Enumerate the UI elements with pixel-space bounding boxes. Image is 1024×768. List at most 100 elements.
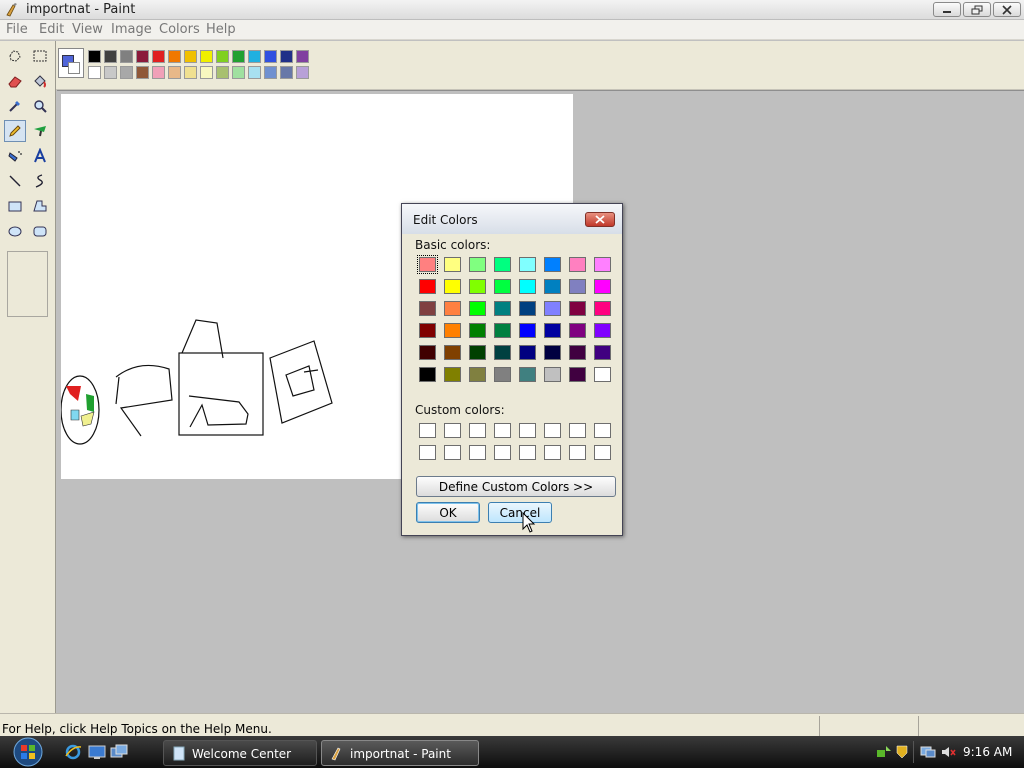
- menu-colors[interactable]: Colors: [159, 22, 200, 37]
- cancel-button[interactable]: Cancel: [488, 502, 552, 523]
- palette-swatch[interactable]: [184, 50, 197, 63]
- custom-color-swatch[interactable]: [569, 445, 586, 460]
- restore-button[interactable]: [963, 2, 991, 17]
- basic-color-swatch[interactable]: [569, 367, 586, 382]
- palette-swatch[interactable]: [88, 66, 101, 79]
- palette-swatch[interactable]: [152, 66, 165, 79]
- palette-swatch[interactable]: [152, 50, 165, 63]
- palette-swatch[interactable]: [168, 66, 181, 79]
- palette-swatch[interactable]: [248, 50, 261, 63]
- basic-color-swatch[interactable]: [519, 301, 536, 316]
- network-tray-icon[interactable]: [876, 744, 892, 760]
- dialog-title-bar[interactable]: Edit Colors: [402, 204, 622, 234]
- security-tray-icon[interactable]: [894, 744, 910, 760]
- tool-fill[interactable]: [29, 70, 51, 92]
- basic-color-swatch[interactable]: [494, 257, 511, 272]
- volume-muted-icon[interactable]: [940, 744, 956, 760]
- tool-polygon[interactable]: [29, 195, 51, 217]
- basic-color-swatch[interactable]: [594, 367, 611, 382]
- custom-color-swatch[interactable]: [444, 445, 461, 460]
- basic-color-swatch[interactable]: [594, 345, 611, 360]
- basic-color-swatch[interactable]: [417, 255, 438, 274]
- basic-color-swatch[interactable]: [544, 323, 561, 338]
- basic-color-swatch[interactable]: [594, 257, 611, 272]
- palette-swatch[interactable]: [232, 50, 245, 63]
- task-welcome-center[interactable]: Welcome Center: [163, 740, 317, 766]
- basic-color-swatch[interactable]: [519, 279, 536, 294]
- basic-color-swatch[interactable]: [444, 367, 461, 382]
- basic-color-swatch[interactable]: [444, 323, 461, 338]
- menu-view[interactable]: View: [72, 22, 103, 37]
- ie-icon[interactable]: [64, 744, 82, 760]
- palette-swatch[interactable]: [280, 50, 293, 63]
- basic-color-swatch[interactable]: [569, 257, 586, 272]
- basic-color-swatch[interactable]: [544, 301, 561, 316]
- clock[interactable]: 9:16 AM: [963, 745, 1012, 759]
- custom-color-swatch[interactable]: [594, 445, 611, 460]
- basic-color-swatch[interactable]: [419, 301, 436, 316]
- menu-edit[interactable]: Edit: [39, 22, 64, 37]
- tool-eraser[interactable]: [4, 70, 26, 92]
- menu-file[interactable]: File: [6, 22, 28, 37]
- basic-color-swatch[interactable]: [494, 345, 511, 360]
- basic-color-swatch[interactable]: [519, 257, 536, 272]
- basic-color-swatch[interactable]: [469, 323, 486, 338]
- palette-swatch[interactable]: [232, 66, 245, 79]
- custom-color-swatch[interactable]: [594, 423, 611, 438]
- basic-color-swatch[interactable]: [594, 301, 611, 316]
- basic-color-swatch[interactable]: [444, 279, 461, 294]
- palette-swatch[interactable]: [88, 50, 101, 63]
- display-tray-icon[interactable]: [920, 744, 936, 760]
- basic-color-swatch[interactable]: [419, 279, 436, 294]
- tool-pencil[interactable]: [4, 120, 26, 142]
- palette-swatch[interactable]: [136, 50, 149, 63]
- palette-swatch[interactable]: [216, 50, 229, 63]
- palette-swatch[interactable]: [264, 66, 277, 79]
- palette-swatch[interactable]: [280, 66, 293, 79]
- ok-button[interactable]: OK: [416, 502, 480, 523]
- current-colors[interactable]: [58, 48, 84, 78]
- tool-airbrush[interactable]: [4, 145, 26, 167]
- close-button[interactable]: [993, 2, 1021, 17]
- tool-brush[interactable]: [29, 120, 51, 142]
- custom-color-swatch[interactable]: [544, 423, 561, 438]
- custom-color-swatch[interactable]: [469, 423, 486, 438]
- tool-options-box[interactable]: [7, 251, 48, 317]
- basic-color-swatch[interactable]: [469, 367, 486, 382]
- tool-text[interactable]: [29, 145, 51, 167]
- palette-swatch[interactable]: [296, 66, 309, 79]
- basic-color-swatch[interactable]: [444, 301, 461, 316]
- custom-color-swatch[interactable]: [519, 423, 536, 438]
- basic-color-swatch[interactable]: [419, 323, 436, 338]
- define-custom-colors-button[interactable]: Define Custom Colors >>: [416, 476, 616, 497]
- palette-swatch[interactable]: [216, 66, 229, 79]
- basic-color-swatch[interactable]: [569, 345, 586, 360]
- desktop-icon[interactable]: [88, 744, 106, 760]
- tool-magnifier[interactable]: [29, 95, 51, 117]
- tool-rect-select[interactable]: [29, 45, 51, 67]
- basic-color-swatch[interactable]: [469, 257, 486, 272]
- custom-color-swatch[interactable]: [519, 445, 536, 460]
- basic-color-swatch[interactable]: [419, 345, 436, 360]
- custom-color-swatch[interactable]: [494, 423, 511, 438]
- basic-color-swatch[interactable]: [569, 301, 586, 316]
- basic-color-swatch[interactable]: [544, 279, 561, 294]
- basic-color-swatch[interactable]: [419, 367, 436, 382]
- dialog-close-button[interactable]: [585, 212, 615, 227]
- basic-color-swatch[interactable]: [569, 279, 586, 294]
- custom-color-swatch[interactable]: [494, 445, 511, 460]
- basic-color-swatch[interactable]: [444, 345, 461, 360]
- task-paint[interactable]: importnat - Paint: [321, 740, 479, 766]
- palette-swatch[interactable]: [136, 66, 149, 79]
- palette-swatch[interactable]: [296, 50, 309, 63]
- palette-swatch[interactable]: [264, 50, 277, 63]
- custom-color-swatch[interactable]: [419, 423, 436, 438]
- custom-color-swatch[interactable]: [469, 445, 486, 460]
- basic-color-swatch[interactable]: [594, 279, 611, 294]
- basic-color-swatch[interactable]: [594, 323, 611, 338]
- tool-line[interactable]: [4, 170, 26, 192]
- basic-color-swatch[interactable]: [494, 279, 511, 294]
- palette-swatch[interactable]: [184, 66, 197, 79]
- tool-rounded-rect[interactable]: [29, 220, 51, 242]
- palette-swatch[interactable]: [248, 66, 261, 79]
